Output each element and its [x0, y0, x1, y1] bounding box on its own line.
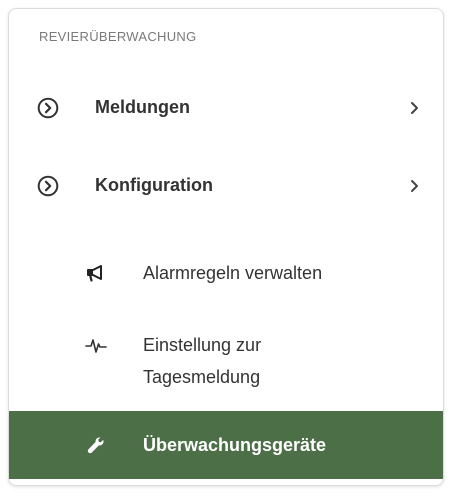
nav-item-konfiguration[interactable]: Konfiguration — [9, 161, 443, 213]
section-title: REVIERÜBERWACHUNG — [39, 29, 197, 44]
chevron-circle-icon — [37, 175, 59, 197]
revier-menu-panel: REVIERÜBERWACHUNG Meldungen Konfiguratio… — [8, 8, 444, 486]
sub-item-label-line2: Tagesmeldung — [143, 367, 261, 387]
chevron-right-icon — [411, 180, 418, 192]
chevron-circle-icon — [37, 97, 59, 119]
nav-item-label: Meldungen — [95, 97, 190, 117]
sub-item-label: Überwachungsgeräte — [143, 435, 327, 455]
sub-item-label: Alarmregeln verwalten — [143, 263, 323, 283]
sub-item-tagesmeldung[interactable]: Einstellung zur Tagesmeldung — [9, 323, 443, 403]
chevron-right-icon — [411, 102, 418, 114]
sub-item-label-line1: Einstellung zur — [143, 335, 262, 355]
megaphone-icon — [87, 265, 102, 282]
activity-icon — [85, 339, 107, 353]
nav-item-label: Konfiguration — [95, 175, 213, 195]
wrench-icon — [87, 437, 104, 454]
sub-item-ueberwachungsgeraete[interactable]: Überwachungsgeräte — [9, 411, 443, 479]
sub-item-alarmregeln[interactable]: Alarmregeln verwalten — [9, 245, 443, 301]
nav-item-meldungen[interactable]: Meldungen — [9, 83, 443, 135]
